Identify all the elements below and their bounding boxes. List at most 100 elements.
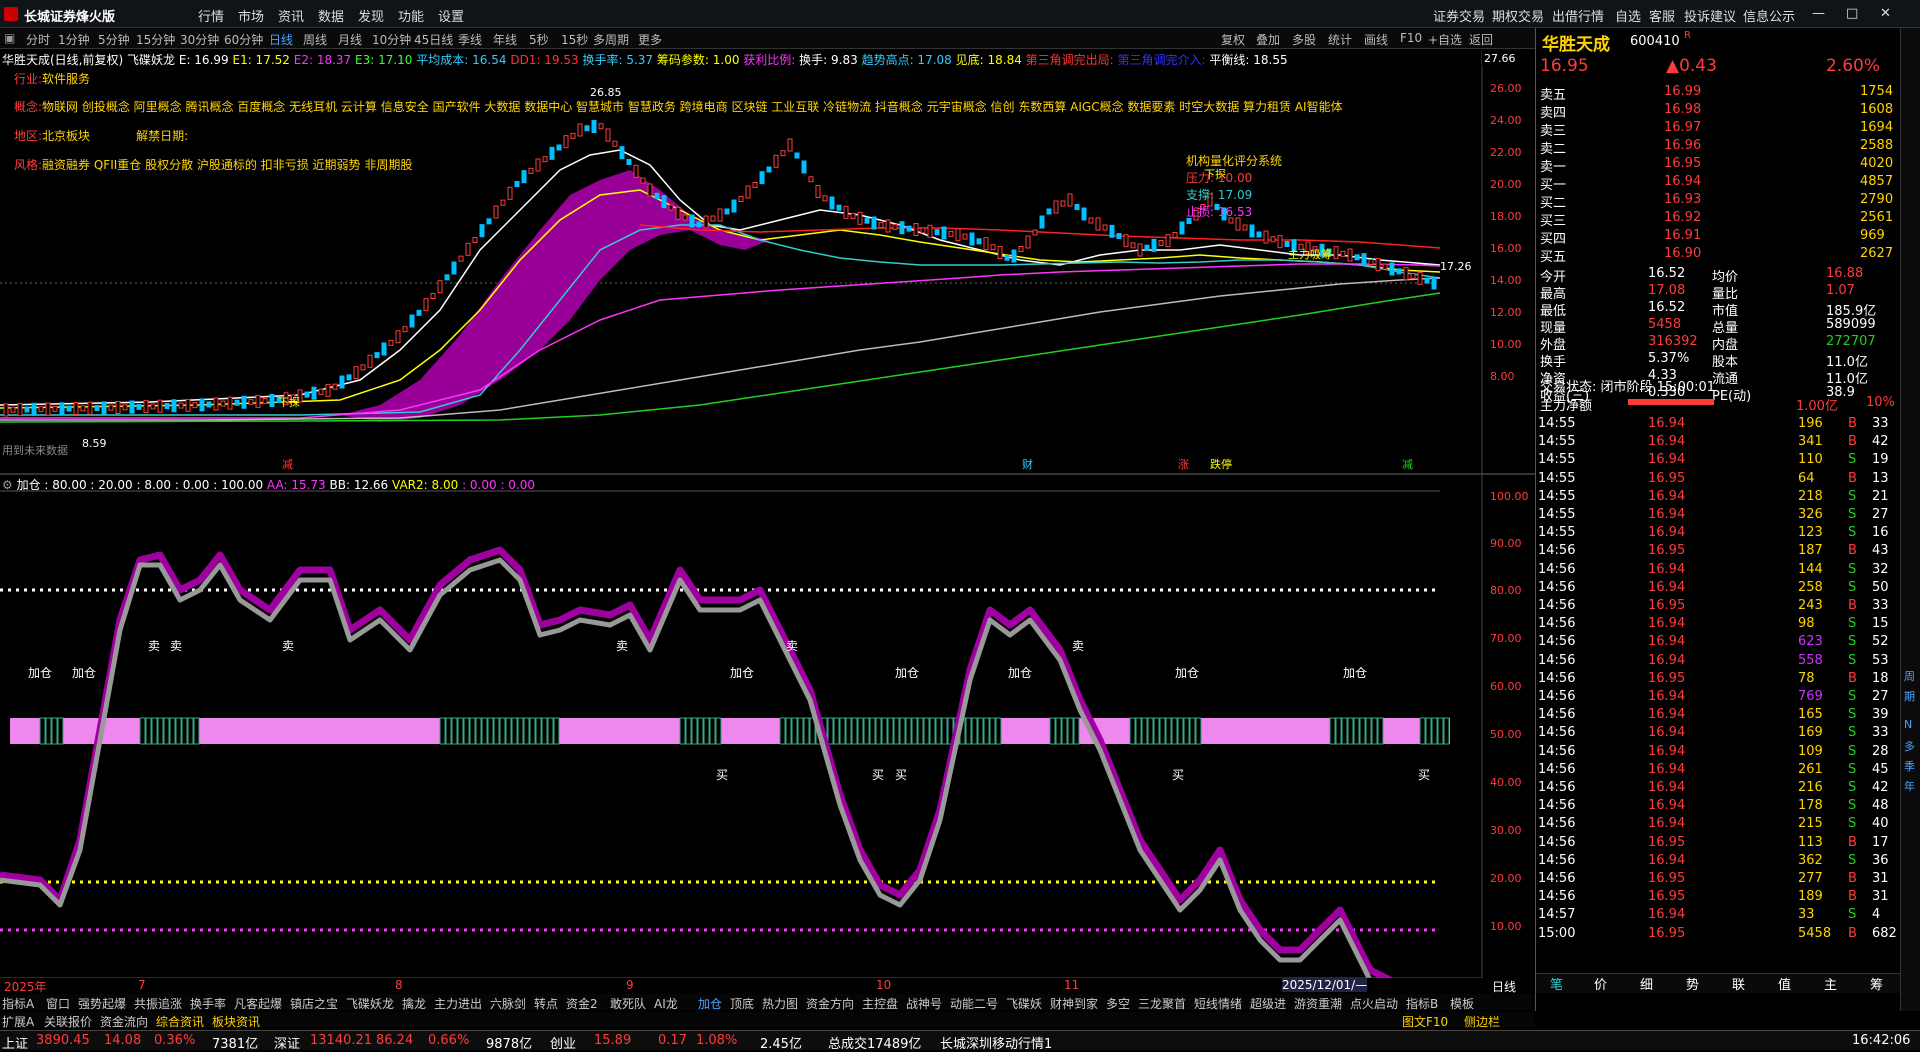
period-tab[interactable]: 1分钟: [58, 31, 90, 48]
toolbar-button[interactable]: 画线: [1364, 31, 1388, 48]
indicator-tab[interactable]: 财神到家: [1050, 995, 1098, 1012]
indicator-tab[interactable]: 凡客起爆: [234, 995, 282, 1012]
menu-item[interactable]: 资讯: [278, 6, 304, 25]
menu-item[interactable]: 证券交易: [1433, 6, 1485, 25]
toolbar-button[interactable]: 叠加: [1256, 31, 1280, 48]
order-book-row[interactable]: 买三 16.92 2561: [1536, 210, 1901, 229]
period-tab[interactable]: 45日线: [414, 31, 453, 48]
indicator-tab[interactable]: 共振追涨: [134, 995, 182, 1012]
ext-tab[interactable]: 关联报价: [44, 1013, 92, 1030]
f10-tab[interactable]: 图文F10: [1402, 1013, 1448, 1030]
indicator-tab[interactable]: 指标B: [1406, 995, 1438, 1012]
menu-item[interactable]: 行情: [198, 6, 224, 25]
ext-tab[interactable]: 扩展A: [2, 1013, 34, 1030]
period-tab[interactable]: 周线: [303, 31, 327, 48]
order-book-row[interactable]: 买二 16.93 2790: [1536, 192, 1901, 211]
indicator-tab[interactable]: 资金2: [566, 995, 598, 1012]
tick-row: 14:55 16.94 196 B 33: [1538, 416, 1889, 431]
period-tab[interactable]: 季线: [458, 31, 482, 48]
settings-icon[interactable]: ⚙: [2, 478, 13, 492]
indicator-tab[interactable]: 换手率: [190, 995, 226, 1012]
indicator-tab[interactable]: 敢死队: [610, 995, 646, 1012]
period-tab[interactable]: 60分钟: [224, 31, 263, 48]
indicator-tab[interactable]: 资金方向: [806, 995, 854, 1012]
period-tab[interactable]: 15分钟: [136, 31, 175, 48]
tick-row: 14:56 16.94 216 S 42: [1538, 780, 1889, 795]
indicator-tab[interactable]: 飞碟妖: [1006, 995, 1042, 1012]
indicator-tab[interactable]: 镇店之宝: [290, 995, 338, 1012]
menu-item[interactable]: 自选: [1615, 6, 1641, 25]
indicator-tab[interactable]: 窗口: [46, 995, 70, 1012]
menu-item[interactable]: 出借行情: [1552, 6, 1604, 25]
menu-item[interactable]: 客服: [1649, 6, 1675, 25]
indicator-tab[interactable]: 超级进: [1250, 995, 1286, 1012]
order-book-row[interactable]: 买四 16.91 969: [1536, 228, 1901, 247]
indicator-tab[interactable]: 主力进出: [434, 995, 482, 1012]
menu-item[interactable]: 设置: [438, 6, 464, 25]
menu-item[interactable]: 数据: [318, 6, 344, 25]
candle: [990, 244, 996, 251]
indicator-tab[interactable]: 转点: [534, 995, 558, 1012]
ext-tab[interactable]: 资金流向: [100, 1013, 148, 1030]
candle: [1347, 248, 1353, 262]
toolbar-button[interactable]: 统计: [1328, 31, 1352, 48]
indicator-tab[interactable]: 强势起爆: [78, 995, 126, 1012]
menu-item[interactable]: 市场: [238, 6, 264, 25]
minimize-icon[interactable]: —: [1812, 6, 1825, 21]
order-book-row[interactable]: 卖五 16.99 1754: [1536, 84, 1901, 103]
panel-toggle-icon[interactable]: ▣: [4, 31, 15, 45]
menu-item[interactable]: 信息公示: [1743, 6, 1795, 25]
period-tab[interactable]: 5秒: [529, 31, 549, 48]
menu-item[interactable]: 功能: [398, 6, 424, 25]
order-book-row[interactable]: 卖一 16.95 4020: [1536, 156, 1901, 175]
indicator-tab[interactable]: 主控盘: [862, 995, 898, 1012]
order-book-row[interactable]: 买五 16.90 2627: [1536, 246, 1901, 265]
period-tab[interactable]: 5分钟: [98, 31, 130, 48]
indicator-tab[interactable]: 加仓: [698, 995, 722, 1012]
candle: [248, 398, 254, 405]
period-tab[interactable]: 年线: [493, 31, 517, 48]
menu-item[interactable]: 发现: [358, 6, 384, 25]
indicator-tab[interactable]: AI龙: [654, 995, 678, 1012]
low-price-label: 8.59: [82, 437, 107, 450]
indicator-tab[interactable]: 游资重潮: [1294, 995, 1342, 1012]
ext-tab[interactable]: 板块资讯: [212, 1013, 260, 1030]
period-tab[interactable]: 15秒: [561, 31, 588, 48]
indicator-tab[interactable]: 点火启动: [1350, 995, 1398, 1012]
indicator-tab[interactable]: 战神号: [906, 995, 942, 1012]
menu-item[interactable]: 投诉建议: [1684, 6, 1736, 25]
indicator-tab[interactable]: 顶底: [730, 995, 754, 1012]
period-tab[interactable]: 月线: [338, 31, 362, 48]
toolbar-button[interactable]: F10: [1400, 31, 1422, 45]
order-book-row[interactable]: 买一 16.94 4857: [1536, 174, 1901, 193]
more-tab[interactable]: 更多: [638, 31, 662, 48]
period-tab[interactable]: 多周期: [593, 31, 629, 48]
sidebar-tab[interactable]: 侧边栏: [1464, 1013, 1500, 1030]
toolbar-button[interactable]: +自选: [1428, 31, 1462, 48]
ext-tab[interactable]: 综合资讯: [156, 1013, 204, 1030]
order-book-row[interactable]: 卖三 16.97 1694: [1536, 120, 1901, 139]
indicator-tab[interactable]: 擒龙: [402, 995, 426, 1012]
period-tab[interactable]: 30分钟: [180, 31, 219, 48]
indicator-tab[interactable]: 指标A: [2, 995, 34, 1012]
indicator-tab[interactable]: 多空: [1106, 995, 1130, 1012]
back-button[interactable]: 返回: [1469, 31, 1493, 48]
close-icon[interactable]: ✕: [1880, 6, 1891, 21]
indicator-tab[interactable]: 短线情绪: [1194, 995, 1242, 1012]
period-tab[interactable]: 分时: [26, 31, 50, 48]
indicator-tab[interactable]: 六脉剑: [490, 995, 526, 1012]
chart-area[interactable]: 27.66 26.00 24.00 22.00 20.00 18.00 16.0…: [0, 50, 1535, 994]
toolbar-button[interactable]: 多股: [1292, 31, 1316, 48]
indicator-tab[interactable]: 模板: [1450, 995, 1474, 1012]
order-book-row[interactable]: 卖二 16.96 2588: [1536, 138, 1901, 157]
indicator-tab[interactable]: 三龙聚首: [1138, 995, 1186, 1012]
menu-item[interactable]: 期权交易: [1492, 6, 1544, 25]
period-tab[interactable]: 10分钟: [372, 31, 411, 48]
indicator-tab[interactable]: 飞碟妖龙: [346, 995, 394, 1012]
indicator-tab[interactable]: 热力图: [762, 995, 798, 1012]
indicator-tab[interactable]: 动能二号: [950, 995, 998, 1012]
period-tab-active[interactable]: 日线: [269, 31, 293, 48]
toolbar-button[interactable]: 复权: [1221, 31, 1245, 48]
order-book-row[interactable]: 卖四 16.98 1608: [1536, 102, 1901, 121]
maximize-icon[interactable]: □: [1846, 6, 1858, 21]
